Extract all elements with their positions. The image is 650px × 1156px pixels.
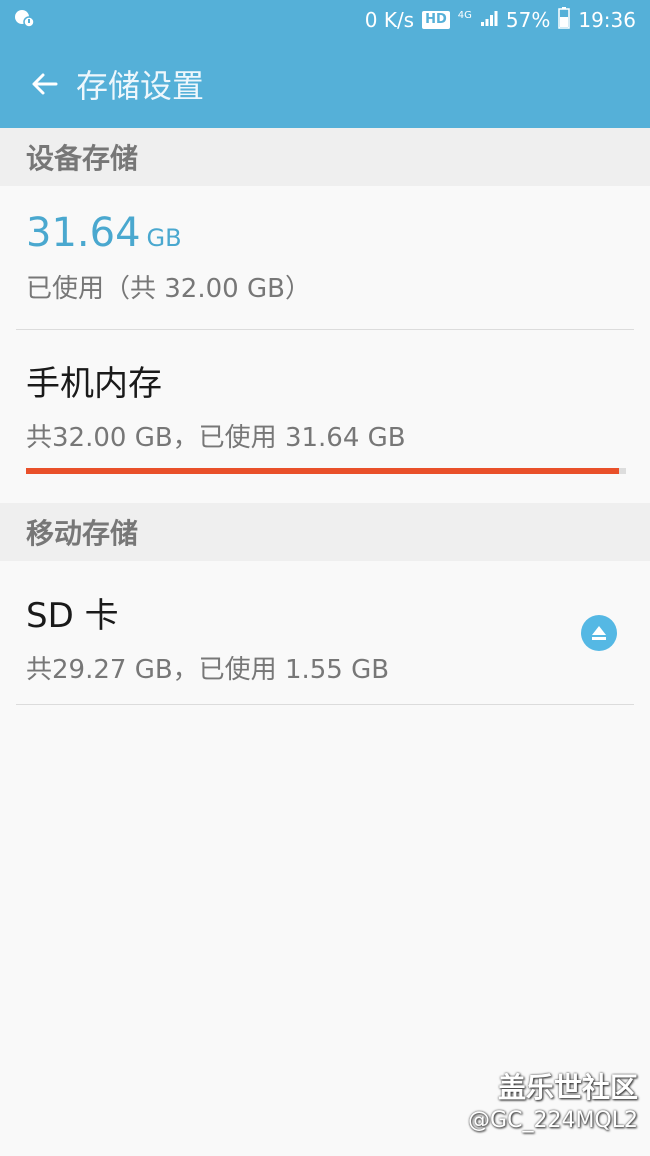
list-item-sd-card[interactable]: SD 卡 共29.27 GB，已使用 1.55 GB [0,588,650,698]
network-speed: 0 K/s [364,8,415,32]
section-header-removable-storage: 移动存储 [0,503,650,561]
phone-memory-detail: 共32.00 GB，已使用 31.64 GB [26,423,406,453]
used-total-label: 已使用（共 32.00 GB） [26,274,311,304]
clock: 19:36 [578,8,636,32]
watermark-title: 盖乐世社区 [497,1071,638,1104]
divider [16,704,634,705]
section-header-device-storage: 设备存储 [0,128,650,186]
hd-badge: HD [422,11,450,29]
network-type: 4G [457,10,472,21]
back-button[interactable] [24,64,64,104]
status-right: 0 K/s HD 4G 57% 19:36 [364,6,636,34]
status-left [12,6,36,35]
sd-card-title: SD 卡 [26,596,119,636]
notification-icon [12,6,36,35]
storage-summary: 31.64 GB 已使用（共 32.00 GB） [0,210,650,305]
used-unit: GB [146,224,182,252]
divider [16,329,634,330]
progress-fill [26,468,620,474]
status-bar: 0 K/s HD 4G 57% 19:36 [0,0,650,40]
battery-percent: 57% [505,8,551,32]
page-title: 存储设置 [76,67,205,105]
watermark-user: @GC_224MQL2 [468,1108,638,1133]
sd-card-detail: 共29.27 GB，已使用 1.55 GB [26,655,390,685]
app-bar: 存储设置 [0,40,650,128]
used-amount: 31.64 [26,210,141,256]
phone-memory-title: 手机内存 [26,364,162,404]
eject-button[interactable] [581,615,617,651]
list-item-phone-memory[interactable]: 手机内存 共32.00 GB，已使用 31.64 GB [0,356,650,486]
arrow-left-icon [32,73,58,95]
battery-icon [558,6,571,34]
signal-icon [480,8,498,32]
phone-memory-progress [26,468,626,474]
eject-icon [592,626,606,640]
